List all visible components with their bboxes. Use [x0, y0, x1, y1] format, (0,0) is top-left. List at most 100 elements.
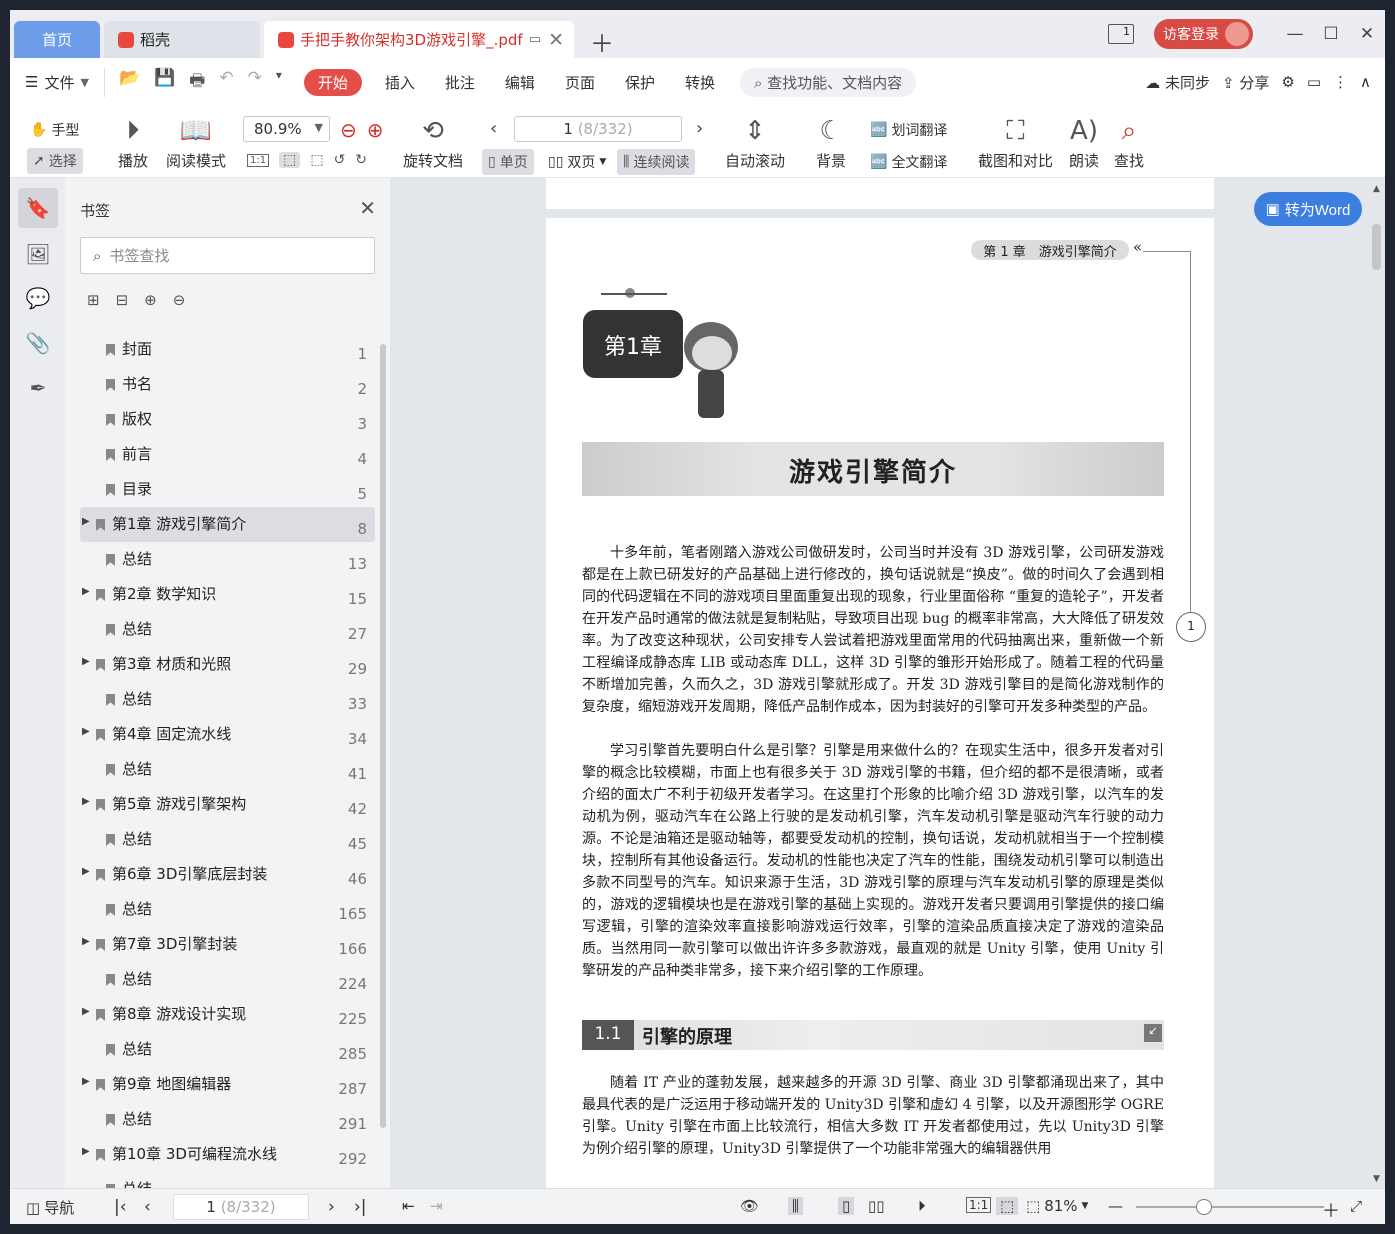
page-layout-icon[interactable]: 1: [1108, 24, 1134, 44]
scroll-down-icon[interactable]: ▼: [1373, 1174, 1380, 1184]
page-number-input[interactable]: 1 (8/332): [514, 116, 682, 142]
menu-edit[interactable]: 编辑: [490, 72, 550, 93]
thumbnail-icon[interactable]: 🖼: [18, 234, 58, 274]
bookmark-item[interactable]: 总结 45: [80, 822, 375, 857]
close-tab-icon[interactable]: ✕: [548, 29, 564, 51]
expand-arrow-icon[interactable]: ▶: [82, 1006, 90, 1017]
zoom-in-icon[interactable]: ⊕: [367, 118, 384, 142]
redo-icon[interactable]: ↷: [248, 68, 262, 97]
zoom-in-button[interactable]: ＋: [1322, 1197, 1340, 1223]
actual-size-status-button[interactable]: 1:1: [966, 1197, 992, 1213]
signature-icon[interactable]: ✒: [18, 368, 58, 408]
bookmark-item[interactable]: 总结 285: [80, 1032, 375, 1067]
zoom-slider-track[interactable]: [1136, 1206, 1324, 1208]
double-page-status-button[interactable]: ▯▯: [868, 1197, 885, 1215]
rotate-right-icon[interactable]: ↻: [355, 152, 367, 168]
expand-arrow-icon[interactable]: ▶: [82, 1146, 90, 1157]
continuous-read-button[interactable]: ⫼ 连续阅读: [617, 149, 696, 175]
background-button[interactable]: ☾ 背景: [816, 116, 846, 171]
bookmark-item[interactable]: 总结 33: [80, 682, 375, 717]
play-status-button[interactable]: ⏵: [918, 1197, 926, 1215]
bookmark-scrollbar[interactable]: [380, 344, 386, 1128]
play-button[interactable]: ⏵ 播放: [118, 116, 148, 171]
more-chevron-icon[interactable]: ▾: [276, 68, 282, 97]
minimize-button[interactable]: —: [1277, 24, 1313, 44]
bookmark-item[interactable]: ▶ 第10章 3D可编程流水线 292: [80, 1137, 375, 1172]
undo-icon[interactable]: ↶: [219, 68, 233, 97]
tab-document[interactable]: 手把手教你架构3D游戏引擎_.pdf ▭ ✕: [264, 21, 574, 58]
hand-tool-button[interactable]: ✋ 手型: [30, 120, 79, 140]
menu-annotate[interactable]: 批注: [430, 72, 490, 93]
zoom-slider-knob[interactable]: [1196, 1199, 1212, 1215]
expand-arrow-icon[interactable]: ▶: [82, 656, 90, 667]
bookmark-item[interactable]: ▶ 第2章 数学知识 15: [80, 577, 375, 612]
expand-arrow-icon[interactable]: ▶: [82, 796, 90, 807]
scroll-up-icon[interactable]: ▲: [1373, 184, 1380, 194]
read-mode-button[interactable]: 📖 阅读模式: [166, 116, 226, 171]
function-search-input[interactable]: ⌕ 查找功能、文档内容: [739, 67, 917, 97]
nav-toggle-button[interactable]: ◫ 导航: [26, 1197, 74, 1218]
add-bookmark-icon[interactable]: ⊕: [144, 291, 157, 309]
zoom-out-icon[interactable]: ⊖: [340, 118, 357, 142]
bookmark-item[interactable]: ▶ 第9章 地图编辑器 287: [80, 1067, 375, 1102]
bookmark-item[interactable]: 总结 41: [80, 752, 375, 787]
single-page-button[interactable]: ▯ 单页: [482, 149, 534, 175]
comment-icon[interactable]: 💬: [18, 278, 58, 318]
menu-page[interactable]: 页面: [550, 72, 610, 93]
expand-arrow-icon[interactable]: ▶: [82, 1076, 90, 1087]
more-vertical-icon[interactable]: ⋮: [1333, 73, 1348, 91]
expand-arrow-icon[interactable]: ▶: [82, 866, 90, 877]
bookmark-item[interactable]: ▶ 第6章 3D引擎底层封装 46: [80, 857, 375, 892]
close-icon[interactable]: ✕: [359, 196, 376, 220]
attachment-icon[interactable]: 📎: [18, 323, 58, 363]
bookmark-item[interactable]: 书名 2: [80, 367, 375, 402]
bookmark-item[interactable]: ▶ 第7章 3D引擎封装 166: [80, 927, 375, 962]
fullscreen-button[interactable]: ⤢: [1350, 1197, 1362, 1215]
auto-scroll-button[interactable]: ⇕ 自动滚动: [725, 116, 785, 171]
open-folder-icon[interactable]: 📂: [119, 68, 140, 97]
new-tab-button[interactable]: ＋: [590, 24, 614, 59]
next-page-status-button[interactable]: ›: [328, 1197, 335, 1217]
bookmark-panel-icon[interactable]: 🔖: [18, 188, 58, 228]
print-icon[interactable]: 🖶: [189, 68, 205, 97]
bookmark-item[interactable]: 总结: [80, 1172, 375, 1188]
bookmark-item[interactable]: 前言 4: [80, 437, 375, 472]
expand-arrow-icon[interactable]: ▶: [82, 726, 90, 737]
bookmark-item[interactable]: ▶ 第8章 游戏设计实现 225: [80, 997, 375, 1032]
fit-width-icon[interactable]: ⬚: [310, 152, 323, 168]
bookmark-item[interactable]: 总结 13: [80, 542, 375, 577]
document-scrollbar[interactable]: [1372, 224, 1381, 270]
collapse-icon[interactable]: ∧: [1360, 73, 1371, 91]
file-menu[interactable]: ☰ 文件 ▼: [10, 72, 104, 93]
bookmark-item[interactable]: 总结 224: [80, 962, 375, 997]
prev-page-status-button[interactable]: ‹: [144, 1197, 151, 1217]
read-aloud-button[interactable]: A) 朗读: [1069, 116, 1099, 171]
zoom-select[interactable]: 80.9% ▼: [243, 116, 330, 142]
prev-page-button[interactable]: ‹: [490, 118, 497, 139]
rotate-left-icon[interactable]: ↺: [334, 152, 346, 168]
convert-to-word-button[interactable]: ▣ 转为Word: [1254, 192, 1362, 226]
bookmark-item[interactable]: ▶ 第1章 游戏引擎简介 8: [80, 507, 375, 542]
expand-arrow-icon[interactable]: ▶: [82, 936, 90, 947]
eye-protection-button[interactable]: 👁: [740, 1197, 759, 1215]
select-tool-button[interactable]: ➚ 选择: [27, 148, 83, 174]
login-button[interactable]: 访客登录: [1154, 19, 1253, 49]
bookmark-item[interactable]: 总结 27: [80, 612, 375, 647]
remove-bookmark-icon[interactable]: ⊖: [173, 291, 186, 309]
rotate-document-button[interactable]: ⟲ 旋转文档: [403, 116, 463, 171]
fit-page-status-button[interactable]: ⬚: [996, 1197, 1019, 1215]
forward-button[interactable]: ⇥: [430, 1197, 443, 1215]
single-page-status-button[interactable]: ▯: [838, 1197, 855, 1215]
word-translate-button[interactable]: 🔤 划词翻译: [870, 120, 947, 140]
bookmark-item[interactable]: 封面 1: [80, 332, 375, 367]
maximize-button[interactable]: ☐: [1313, 24, 1349, 44]
tab-home[interactable]: 首页: [14, 21, 100, 58]
first-page-button[interactable]: |‹: [114, 1197, 127, 1217]
screenshot-compare-button[interactable]: ⛶ 截图和对比: [978, 116, 1053, 171]
next-page-button[interactable]: ›: [696, 118, 703, 139]
full-translate-button[interactable]: 🔤 全文翻译: [870, 152, 947, 172]
menu-convert[interactable]: 转换: [670, 72, 730, 93]
status-page-input[interactable]: 1 (8/332): [173, 1194, 309, 1220]
last-page-button[interactable]: ›|: [354, 1197, 367, 1217]
bookmark-item[interactable]: ▶ 第4章 固定流水线 34: [80, 717, 375, 752]
